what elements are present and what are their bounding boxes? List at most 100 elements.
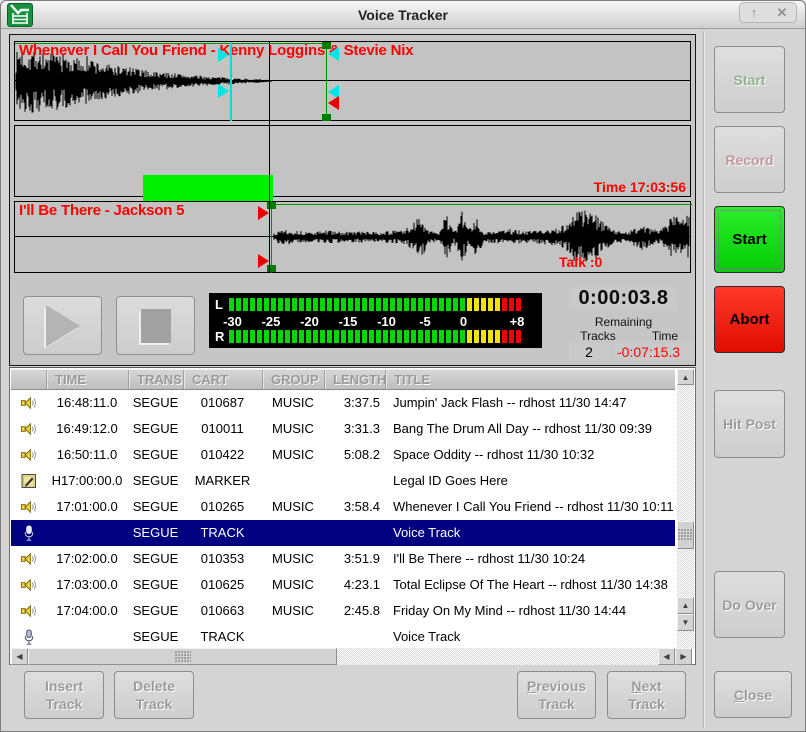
centerline: [15, 236, 690, 237]
segue-end-marker-line[interactable]: [326, 42, 327, 121]
close-button[interactable]: Close: [714, 671, 792, 718]
remaining-label: Remaining: [570, 315, 677, 329]
shade-button[interactable]: ↑: [740, 3, 768, 22]
log-row[interactable]: 17:04:00.0SEGUE010663MUSIC2:45.8Friday O…: [11, 598, 675, 624]
vertical-scrollbar[interactable]: ▲ ▲ ▼: [677, 369, 694, 648]
start-marker-icon[interactable]: [258, 254, 269, 268]
meter-segment: [306, 330, 311, 343]
meter-segment: [411, 330, 416, 343]
scroll-track[interactable]: [677, 549, 694, 597]
track-start-marker-line[interactable]: [271, 201, 272, 273]
scroll-left-button[interactable]: ◀: [11, 648, 28, 665]
next-track-button[interactable]: NextTrack: [607, 671, 686, 719]
meter-segment: [516, 330, 521, 343]
scroll-up-button[interactable]: ▲: [677, 597, 694, 614]
fade-marker-icon[interactable]: [328, 47, 339, 61]
log-row[interactable]: 16:49:12.0SEGUE010011MUSIC3:31.3Bang The…: [11, 416, 675, 442]
fade-marker-icon[interactable]: [218, 48, 229, 62]
previous-track-button[interactable]: PreviousTrack: [517, 671, 596, 719]
stop-button[interactable]: [116, 296, 195, 355]
log-row[interactable]: 17:03:00.0SEGUE010625MUSIC4:23.1Total Ec…: [11, 572, 675, 598]
cell-time: 16:50:11.0: [46, 442, 128, 468]
meter-segment: [334, 298, 339, 311]
elapsed-time-display: 0:00:03.8: [570, 287, 677, 310]
track-previous-song[interactable]: Whenever I Call You Friend - Kenny Loggi…: [14, 41, 691, 121]
meter-segment: [383, 330, 388, 343]
delete-track-button[interactable]: DeleteTrack: [114, 671, 194, 719]
meter-segment: [460, 330, 465, 343]
cue-position-line[interactable]: [230, 42, 232, 121]
log-row[interactable]: H17:00:00.0SEGUEMARKERLegal ID Goes Here: [11, 468, 675, 494]
stop-icon: [141, 309, 171, 343]
cell-title: Whenever I Call You Friend -- rdhost 11/…: [385, 494, 675, 520]
cell-trans: SEGUE: [128, 494, 183, 520]
time-remaining-label: Time: [636, 329, 694, 343]
meter-segment: [376, 330, 381, 343]
track-voice[interactable]: Time 17:03:56: [14, 125, 691, 197]
cell-cart: 010687: [183, 390, 262, 416]
record-button[interactable]: Record: [714, 126, 785, 193]
end-marker-icon[interactable]: [328, 96, 339, 110]
insert-track-button[interactable]: InsertTrack: [24, 671, 104, 719]
cell-cart: 010265: [183, 494, 262, 520]
cell-group: [262, 520, 324, 546]
start-marker-icon[interactable]: [258, 206, 269, 220]
start-cue-button[interactable]: Start: [714, 46, 785, 113]
scroll-track[interactable]: [337, 648, 658, 665]
speaker-icon: [20, 499, 37, 515]
track-next-song[interactable]: I'll Be There - Jackson 5 Talk :0: [14, 201, 691, 273]
scroll-left-button[interactable]: ◀: [658, 648, 675, 665]
row-type-icon: [11, 390, 46, 416]
cell-group: MUSIC: [262, 572, 324, 598]
titlebar: Voice Tracker ↑ ✕: [1, 1, 805, 29]
meter-row-left: [209, 298, 542, 312]
playhead[interactable]: [269, 42, 270, 273]
meter-segment: [264, 330, 269, 343]
log-row[interactable]: 17:01:00.0SEGUE010265MUSIC3:58.4Whenever…: [11, 494, 675, 520]
meter-segment: [481, 298, 486, 311]
meter-segment: [236, 298, 241, 311]
fade-marker-icon[interactable]: [218, 84, 229, 98]
play-button[interactable]: [23, 296, 102, 355]
log-row[interactable]: 16:48:11.0SEGUE010687MUSIC3:37.5Jumpin' …: [11, 390, 675, 416]
scroll-thumb[interactable]: [28, 648, 337, 665]
hit-post-button[interactable]: Hit Post: [714, 390, 785, 458]
meter-segment: [432, 330, 437, 343]
start-button[interactable]: Start: [714, 206, 785, 273]
scroll-track[interactable]: [677, 631, 694, 648]
meter-segment: [446, 298, 451, 311]
cell-cart: 010625: [183, 572, 262, 598]
log-row[interactable]: 16:50:11.0SEGUE010422MUSIC5:08.2Space Od…: [11, 442, 675, 468]
meter-segment: [229, 330, 234, 343]
log-row[interactable]: SEGUETRACKVoice Track: [11, 624, 675, 648]
cell-group: [262, 624, 324, 648]
horizontal-scrollbar[interactable]: ◀ ◀ ▶: [11, 648, 694, 665]
tracks-remaining-value: 2: [569, 343, 609, 361]
marker-handle[interactable]: [322, 114, 331, 121]
meter-segment: [341, 330, 346, 343]
cell-title: Friday On My Mind -- rdhost 11/30 14:44: [385, 598, 675, 624]
meter-segment: [327, 298, 332, 311]
do-over-button[interactable]: Do Over: [714, 571, 785, 638]
row-type-icon: [11, 468, 46, 494]
scroll-right-button[interactable]: ▶: [675, 648, 692, 665]
log-row[interactable]: 17:02:00.0SEGUE010353MUSIC3:51.9I'll Be …: [11, 546, 675, 572]
close-window-button[interactable]: ✕: [768, 3, 796, 22]
waveform-panel: Whenever I Call You Friend - Kenny Loggi…: [9, 34, 696, 366]
scroll-up-button[interactable]: ▲: [677, 369, 694, 385]
log-header: TIMETRANSCARTGROUPLENGTHTITLE: [11, 369, 675, 390]
scroll-thumb[interactable]: [677, 521, 694, 549]
meter-segment: [320, 298, 325, 311]
cell-group: MUSIC: [262, 416, 324, 442]
meter-segment: [278, 298, 283, 311]
scroll-down-button[interactable]: ▼: [677, 614, 694, 631]
abort-button[interactable]: Abort: [714, 286, 785, 353]
thumb-grip: [175, 651, 191, 663]
scroll-track[interactable]: [677, 385, 694, 521]
meter-segment: [495, 298, 500, 311]
cell-cart: 010422: [183, 442, 262, 468]
meter-segment: [509, 298, 514, 311]
meter-segment: [299, 298, 304, 311]
log-row-selected[interactable]: SEGUETRACKVoice Track: [11, 520, 675, 546]
meter-segment: [264, 298, 269, 311]
